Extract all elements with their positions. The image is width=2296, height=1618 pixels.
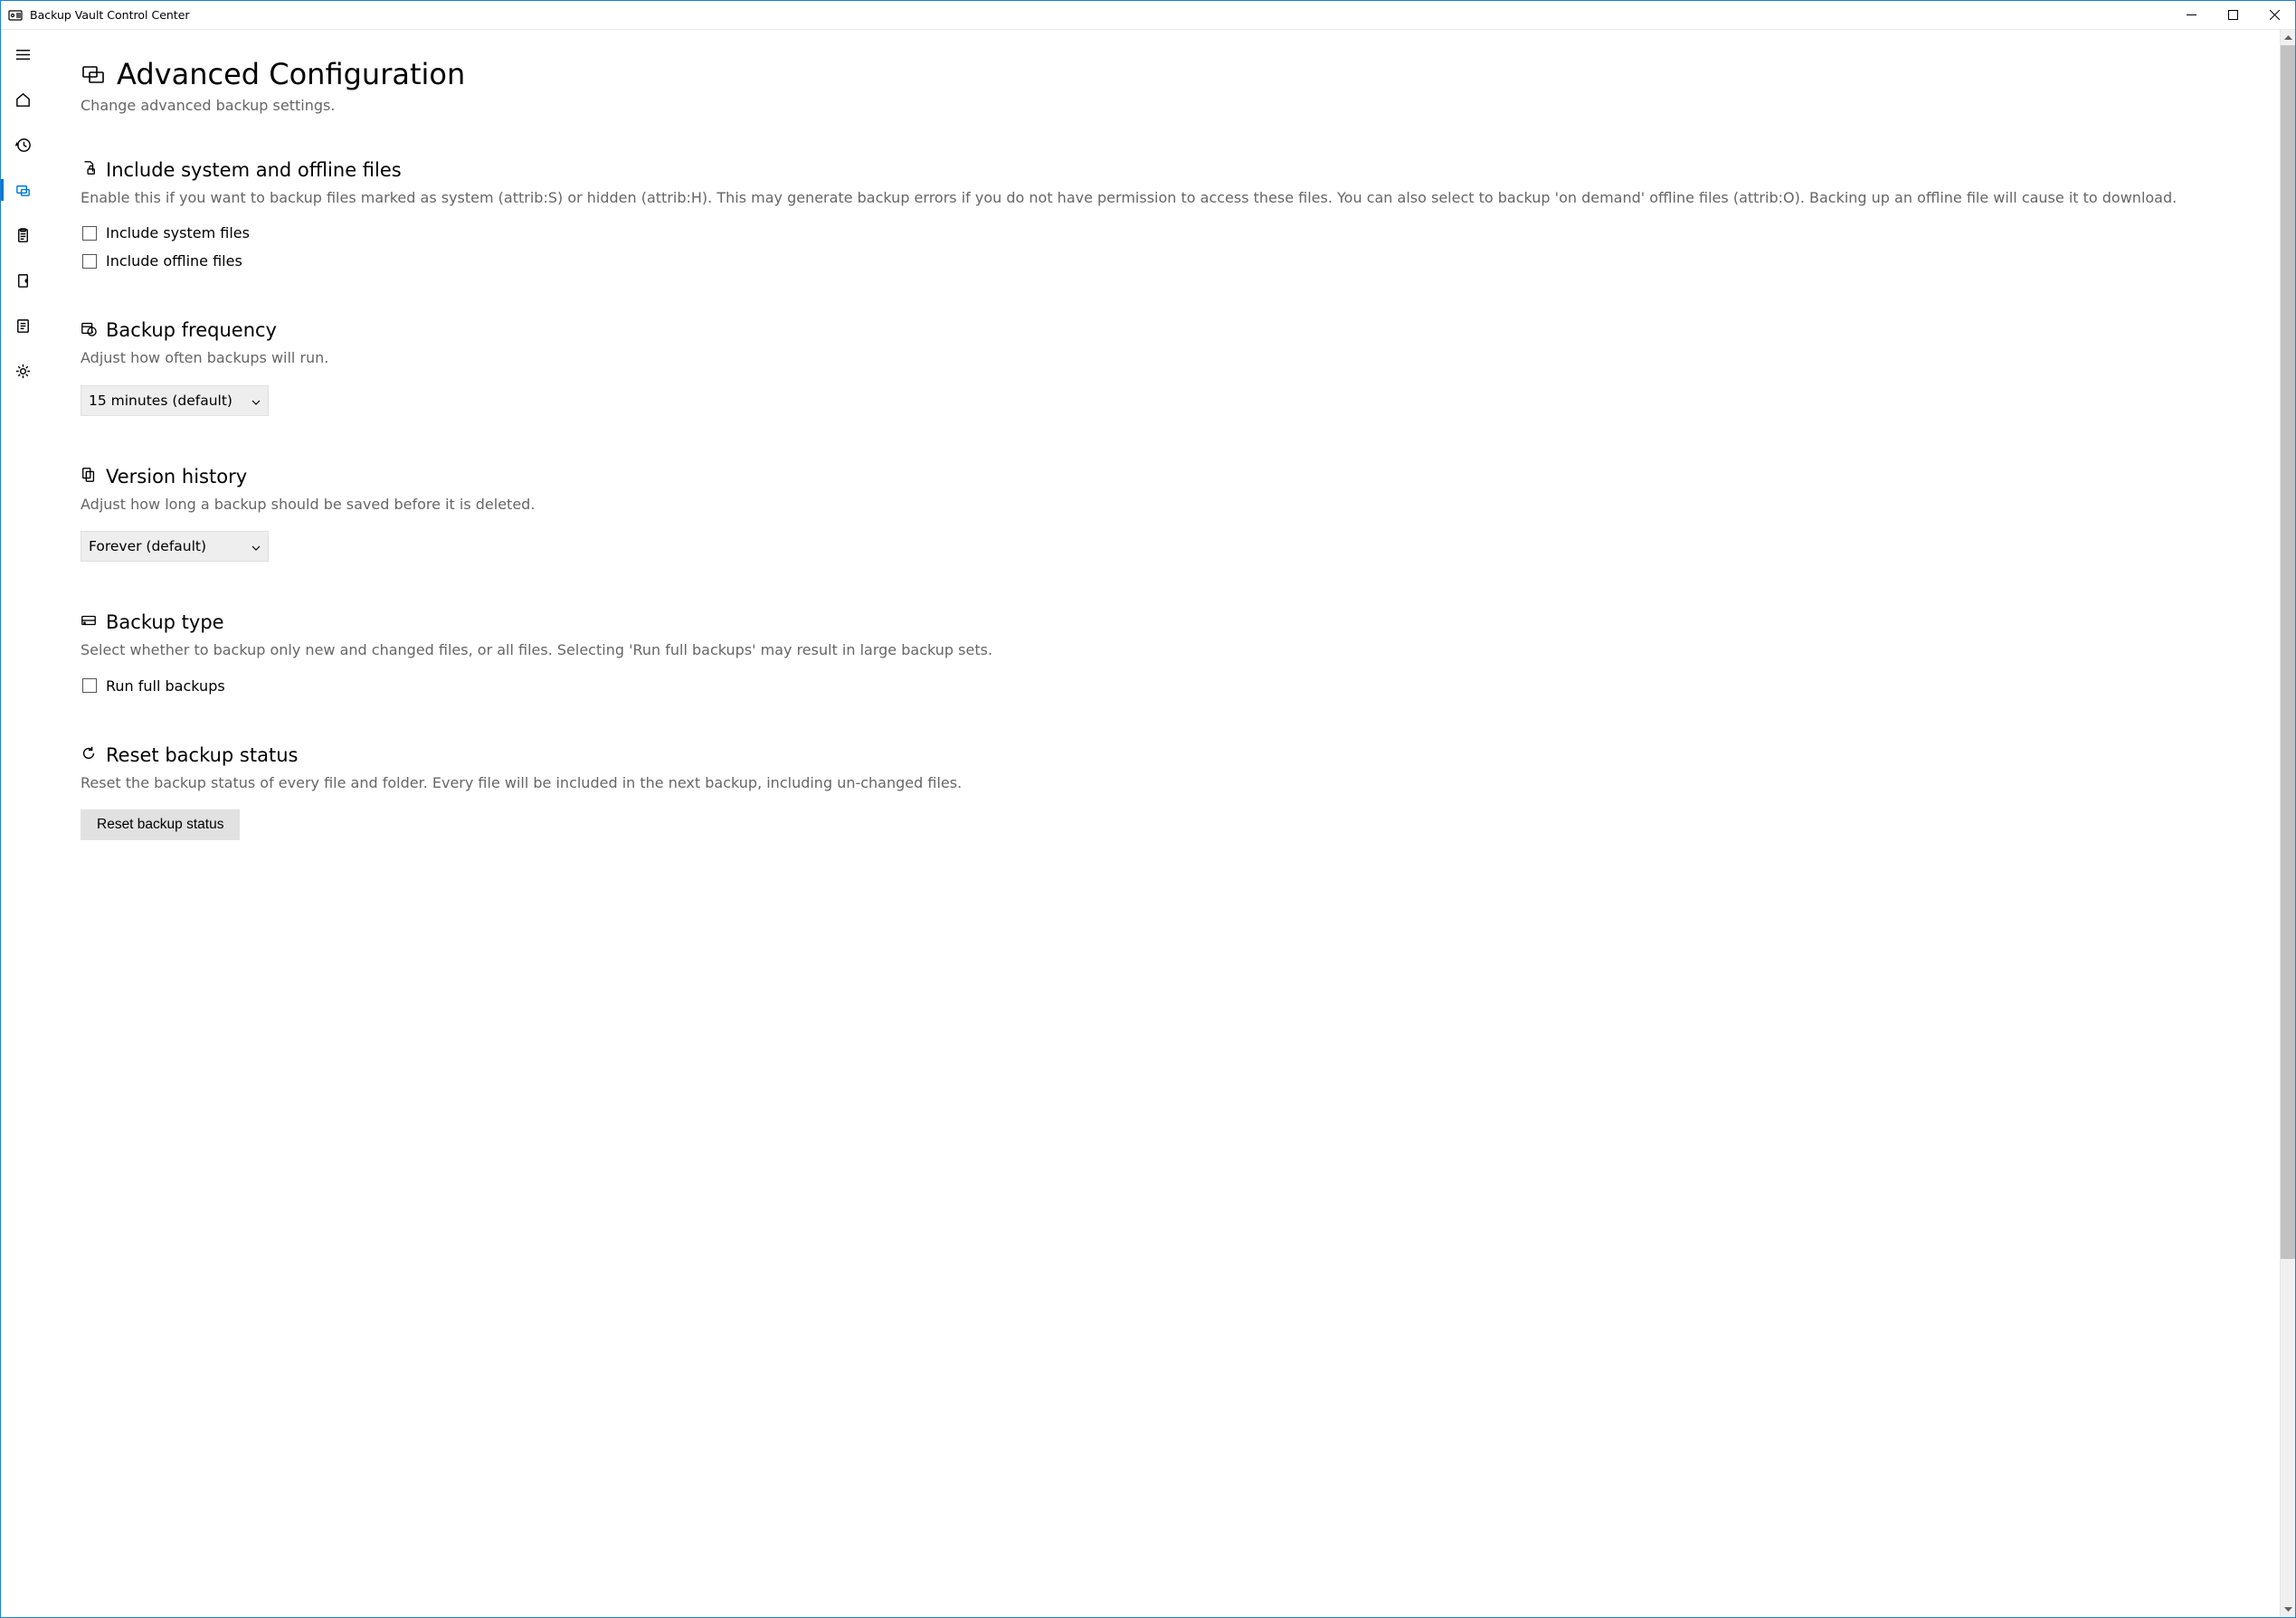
version-history-dropdown[interactable]: Forever (default) (81, 531, 269, 562)
drive-icon (81, 612, 106, 632)
window-title: Backup Vault Control Center (30, 8, 190, 22)
section-title: Reset backup status (106, 744, 298, 766)
scroll-up-button[interactable] (2281, 30, 2295, 45)
dropdown-value: Forever (default) (89, 538, 206, 554)
include-system-files-checkbox[interactable] (82, 226, 97, 241)
section-desc: Reset the backup status of every file an… (81, 773, 2259, 793)
section-desc: Adjust how long a backup should be saved… (81, 495, 2259, 515)
nav-hamburger[interactable] (1, 35, 44, 73)
refresh-icon (81, 745, 106, 765)
section-reset-status: Reset backup status Reset the backup sta… (81, 744, 2259, 840)
page-subtitle: Change advanced backup settings. (81, 97, 2259, 114)
run-full-backups-checkbox[interactable] (82, 678, 97, 693)
section-title: Version history (106, 466, 247, 487)
scrollbar-track[interactable] (2281, 45, 2295, 1602)
nav-log[interactable] (1, 307, 44, 345)
section-title: Include system and offline files (106, 159, 402, 181)
vertical-scrollbar[interactable] (2280, 30, 2295, 1617)
scrollbar-thumb[interactable] (2281, 45, 2295, 1259)
nav-home[interactable] (1, 80, 44, 118)
include-system-files-label[interactable]: Include system files (106, 224, 250, 241)
reset-backup-status-button[interactable]: Reset backup status (81, 809, 240, 840)
titlebar: Backup Vault Control Center (1, 1, 2295, 30)
minimize-button[interactable] (2170, 1, 2212, 30)
section-desc: Adjust how often backups will run. (81, 348, 2259, 368)
section-backup-type: Backup type Select whether to backup onl… (81, 611, 2259, 694)
section-version-history: Version history Adjust how long a backup… (81, 466, 2259, 562)
dropdown-value: 15 minutes (default) (89, 393, 232, 409)
run-full-backups-label[interactable]: Run full backups (106, 677, 225, 695)
app-icon (8, 8, 23, 23)
section-title: Backup frequency (106, 319, 277, 341)
section-frequency: Backup frequency Adjust how often backup… (81, 319, 2259, 415)
sidebar (1, 30, 44, 1617)
copy-file-icon (81, 467, 106, 487)
section-desc: Enable this if you want to backup files … (81, 188, 2259, 208)
chevron-down-icon (251, 538, 261, 554)
page-title-icon (81, 58, 117, 90)
include-offline-files-label[interactable]: Include offline files (106, 252, 242, 270)
section-title: Backup type (106, 611, 224, 633)
calendar-clock-icon (81, 320, 106, 340)
section-desc: Select whether to backup only new and ch… (81, 640, 2259, 660)
scroll-down-button[interactable] (2281, 1602, 2295, 1617)
maximize-button[interactable] (2212, 1, 2253, 30)
page-title: Advanced Configuration (117, 57, 465, 91)
file-lock-icon (81, 160, 106, 180)
include-offline-files-checkbox[interactable] (82, 254, 97, 269)
nav-export[interactable] (1, 261, 44, 299)
chevron-down-icon (251, 393, 261, 409)
nav-clipboard[interactable] (1, 216, 44, 254)
nav-settings[interactable] (1, 352, 44, 390)
nav-history[interactable] (1, 126, 44, 164)
nav-advanced[interactable] (1, 171, 44, 209)
close-button[interactable] (2253, 1, 2295, 30)
backup-frequency-dropdown[interactable]: 15 minutes (default) (81, 385, 269, 416)
section-include-files: Include system and offline files Enable … (81, 159, 2259, 270)
content-area: Advanced Configuration Change advanced b… (44, 30, 2295, 1617)
